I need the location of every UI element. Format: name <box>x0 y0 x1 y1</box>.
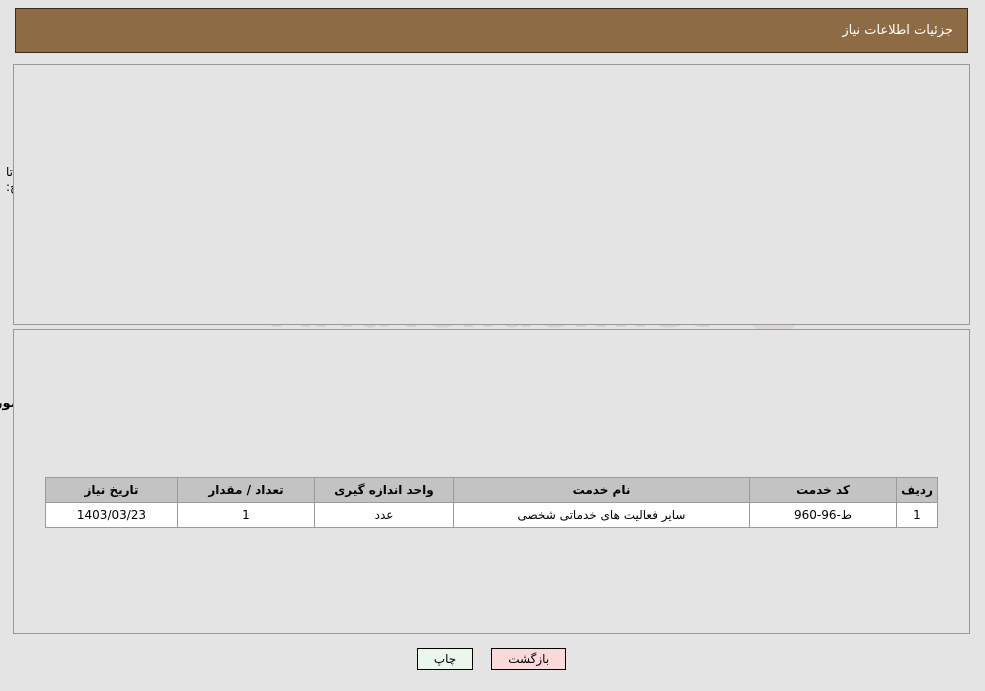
footer-button-bar: بازگشت چاپ <box>0 648 985 670</box>
table-header-row: ردیف کد خدمت نام خدمت واحد اندازه گیری ت… <box>46 477 939 503</box>
table-header-service-code: کد خدمت <box>750 477 898 503</box>
table-header-unit: واحد اندازه گیری <box>315 477 455 503</box>
cell-unit: عدد <box>315 502 455 528</box>
cell-service-code: ط-96-960 <box>750 502 898 528</box>
cell-radif: 1 <box>897 502 939 528</box>
need-info-panel <box>14 64 971 325</box>
services-table: ردیف کد خدمت نام خدمت واحد اندازه گیری ت… <box>46 477 939 528</box>
table-row[interactable]: 1 ط-96-960 سایر فعالیت های خدماتی شخصی ع… <box>46 502 939 528</box>
header-bar: جزئیات اطلاعات نیاز <box>16 8 969 53</box>
print-button[interactable]: چاپ <box>417 648 475 670</box>
table-header-service-name: نام خدمت <box>454 477 751 503</box>
back-button[interactable]: بازگشت <box>492 648 568 670</box>
page-title: جزئیات اطلاعات نیاز <box>843 23 954 38</box>
cell-service-name: سایر فعالیت های خدماتی شخصی <box>454 502 751 528</box>
cell-need-date: 1403/03/23 <box>46 502 179 528</box>
table-header-quantity: تعداد / مقدار <box>178 477 316 503</box>
cell-quantity: 1 <box>178 502 316 528</box>
table-header-need-date: تاریخ نیاز <box>46 477 179 503</box>
table-header-radif: ردیف <box>897 477 939 503</box>
